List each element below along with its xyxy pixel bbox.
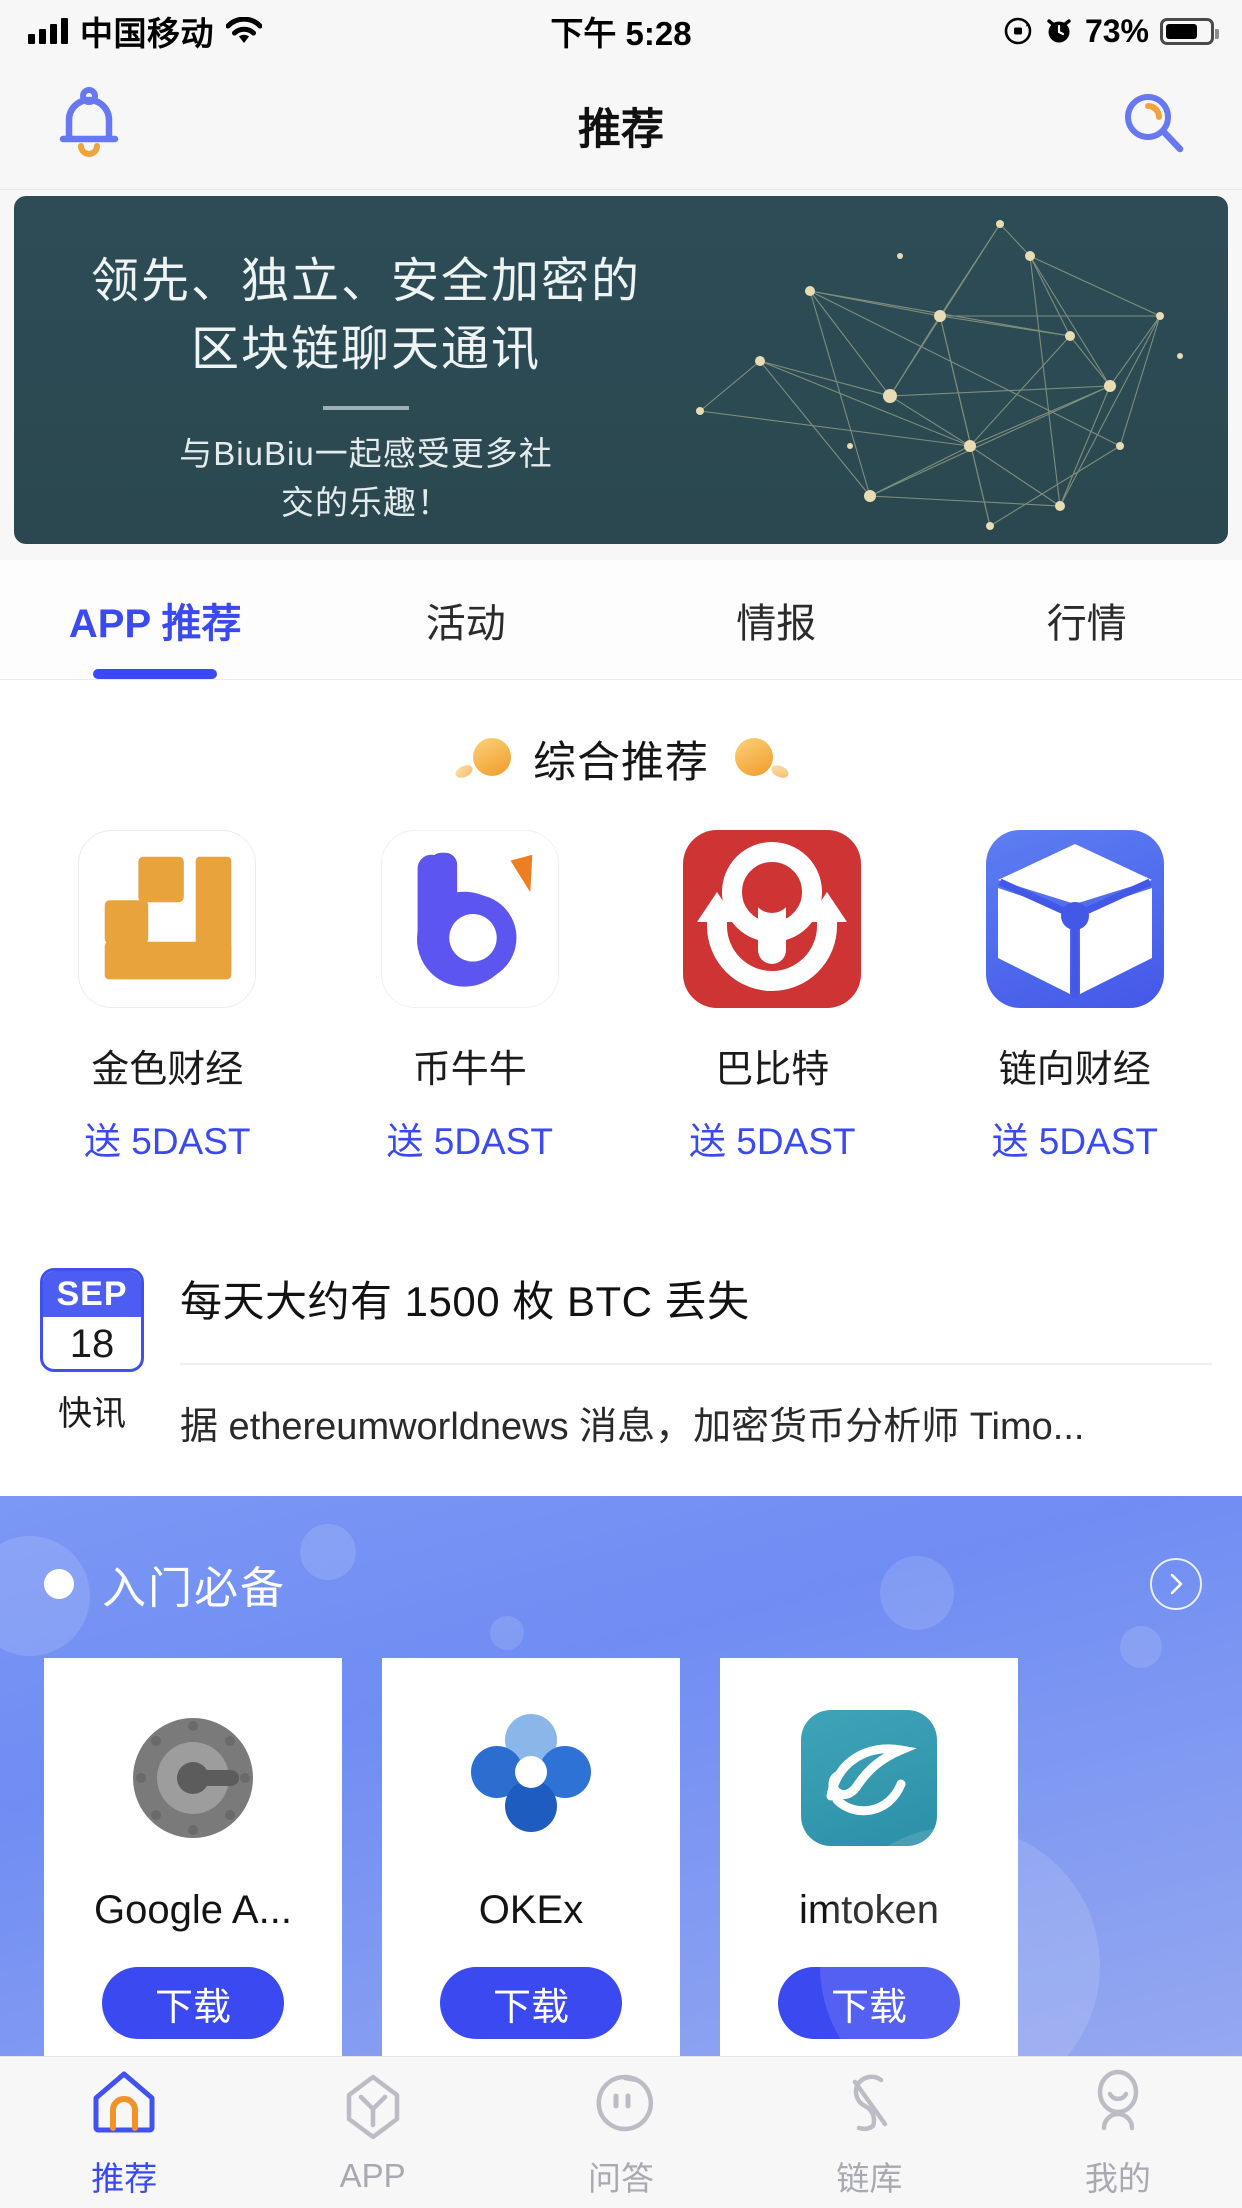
content-tabs: APP 推荐 活动 情报 行情 xyxy=(0,560,1242,680)
jinse-finance-icon xyxy=(78,830,257,1008)
news-title: 每天大约有 1500 枚 BTC 丢失 xyxy=(180,1268,1212,1365)
babite-icon xyxy=(683,830,862,1008)
promo-banner[interactable]: 领先、独立、安全加密的 区块链聊天通讯 与BiuBiu一起感受更多社 交的乐趣！ xyxy=(14,196,1228,544)
recommend-section: 综合推荐 金色财经 送 5DAST 币牛牛 送 5DAST 巴比特 送 5DAS… xyxy=(0,680,1242,1240)
tab-label: 情报 xyxy=(736,601,817,646)
chevron-right-icon xyxy=(1170,1573,1183,1595)
banner-text: 领先、独立、安全加密的 区块链聊天通讯 与BiuBiu一起感受更多社 交的乐趣！ xyxy=(86,248,646,528)
tabbar-label: 我的 xyxy=(1084,2159,1151,2197)
status-bar: 中国移动 下午 5:28 73% xyxy=(0,0,1242,62)
tabbar-item-mine[interactable]: 我的 xyxy=(994,2057,1242,2208)
tabbar-item-qa[interactable]: 问答 xyxy=(497,2057,745,2208)
download-button[interactable]: 下载 xyxy=(440,1967,622,2039)
google-authenticator-icon xyxy=(125,1710,261,1846)
essentials-card[interactable]: OKEx 下载 xyxy=(382,1658,680,2056)
essentials-card-name: Google A... xyxy=(94,1888,292,1932)
essentials-header: 入门必备 xyxy=(0,1496,1242,1616)
imtoken-icon xyxy=(801,1710,937,1846)
bell-icon xyxy=(59,87,119,157)
essentials-card-name: OKEx xyxy=(478,1888,584,1932)
tab-label: APP 推荐 xyxy=(68,601,242,646)
calendar-day: 18 xyxy=(69,1322,115,1366)
calendar-icon: SEP 18 xyxy=(40,1268,144,1372)
hexagon-app-icon xyxy=(346,2074,399,2139)
tab-label: 行情 xyxy=(1046,601,1127,646)
notifications-button[interactable] xyxy=(56,87,122,164)
app-name: 链向财经 xyxy=(998,1049,1151,1091)
network-graph-illustration xyxy=(696,220,1183,530)
alarm-clock-icon xyxy=(1047,19,1071,43)
app-item[interactable]: 链向财经 送 5DAST xyxy=(924,830,1227,1165)
tab-intelligence[interactable]: 情报 xyxy=(621,560,932,679)
banner-subline-2: 交的乐趣！ xyxy=(281,484,451,522)
app-screen: 中国移动 下午 5:28 73% 推荐 领先、独立、安全加密的 区块链聊天通讯 … xyxy=(0,0,1242,2208)
tabbar-item-app[interactable]: APP xyxy=(248,2057,496,2208)
tab-active-indicator xyxy=(93,669,218,679)
banner-subline-1: 与BiuBiu一起感受更多社 xyxy=(179,435,553,473)
banner-divider xyxy=(323,406,409,411)
search-button[interactable] xyxy=(1120,90,1186,161)
tabbar-item-chainlib[interactable]: 链库 xyxy=(745,2057,993,2208)
banner-headline-2: 区块链聊天通讯 xyxy=(190,323,541,377)
news-description: 据 ethereumworldnews 消息，加密货币分析师 Timo... xyxy=(180,1406,1085,1448)
orange-ball-decoration xyxy=(729,736,791,782)
biuniuniu-icon xyxy=(380,830,559,1008)
tabbar-label: 链库 xyxy=(836,2159,903,2197)
battery-percent-label: 73% xyxy=(1084,12,1149,49)
tabbar-label: 问答 xyxy=(588,2159,655,2197)
app-grid: 金色财经 送 5DAST 币牛牛 送 5DAST 巴比特 送 5DAST 链向财… xyxy=(0,790,1242,1165)
app-name: 金色财经 xyxy=(91,1049,244,1091)
bottom-tab-bar: 推荐 APP 问答 链库 我的 xyxy=(0,2056,1242,2208)
tabbar-label: APP xyxy=(339,2156,406,2194)
download-button[interactable]: 下载 xyxy=(102,1967,284,2039)
tabbar-label: 推荐 xyxy=(91,2159,158,2197)
app-item[interactable]: 金色财经 送 5DAST xyxy=(16,830,319,1165)
app-name: 巴比特 xyxy=(715,1049,830,1091)
lianxiang-finance-icon xyxy=(985,830,1164,1008)
tab-market[interactable]: 行情 xyxy=(932,560,1242,679)
bubble-decoration xyxy=(1120,1626,1162,1668)
app-gift-label: 送 5DAST xyxy=(991,1121,1159,1162)
status-bar-right: 73% xyxy=(1003,12,1219,50)
section-header: 综合推荐 xyxy=(0,680,1242,790)
essentials-next-button[interactable] xyxy=(1150,1558,1202,1610)
tab-label: 活动 xyxy=(425,601,506,646)
okex-icon xyxy=(463,1710,599,1846)
page-title: 推荐 xyxy=(578,105,664,154)
home-icon xyxy=(93,2071,155,2132)
top-navigation-bar: 推荐 xyxy=(0,62,1242,190)
essentials-section: 入门必备 Google A... 下载 OKEx 下载 imtoken 下载 xyxy=(0,1496,1242,2056)
app-gift-label: 送 5DAST xyxy=(386,1121,554,1162)
essentials-card[interactable]: Google A... 下载 xyxy=(44,1658,342,2056)
app-gift-label: 送 5DAST xyxy=(83,1121,251,1162)
essentials-title: 入门必备 xyxy=(102,1564,286,1613)
battery-icon xyxy=(1160,17,1219,45)
search-icon xyxy=(1125,94,1184,153)
bubble-decoration xyxy=(490,1616,524,1650)
orange-ball-decoration xyxy=(453,736,513,782)
rotation-lock-icon xyxy=(1004,17,1032,45)
banner-headline-1: 领先、独立、安全加密的 xyxy=(90,255,641,308)
tabbar-item-recommend[interactable]: 推荐 xyxy=(0,2057,248,2208)
news-date-badge: SEP 18 快讯 xyxy=(38,1268,146,1496)
news-card[interactable]: SEP 18 快讯 每天大约有 1500 枚 BTC 丢失 据 ethereum… xyxy=(0,1240,1242,1496)
app-item[interactable]: 币牛牛 送 5DAST xyxy=(319,830,622,1165)
app-gift-label: 送 5DAST xyxy=(688,1121,856,1162)
dot-bullet-icon xyxy=(44,1569,74,1599)
app-item[interactable]: 巴比特 送 5DAST xyxy=(621,830,924,1165)
tab-activity[interactable]: 活动 xyxy=(311,560,622,679)
tab-app-recommend[interactable]: APP 推荐 xyxy=(0,560,311,679)
app-name: 币牛牛 xyxy=(412,1049,527,1091)
section-title: 综合推荐 xyxy=(533,739,709,787)
qa-bubble-icon xyxy=(596,2074,654,2131)
news-body: 每天大约有 1500 枚 BTC 丢失 据 ethereumworldnews … xyxy=(180,1268,1212,1496)
calendar-month: SEP xyxy=(43,1271,141,1317)
news-tag: 快讯 xyxy=(58,1395,126,1433)
chain-link-icon xyxy=(853,2074,888,2131)
user-profile-icon xyxy=(1097,2069,1139,2130)
